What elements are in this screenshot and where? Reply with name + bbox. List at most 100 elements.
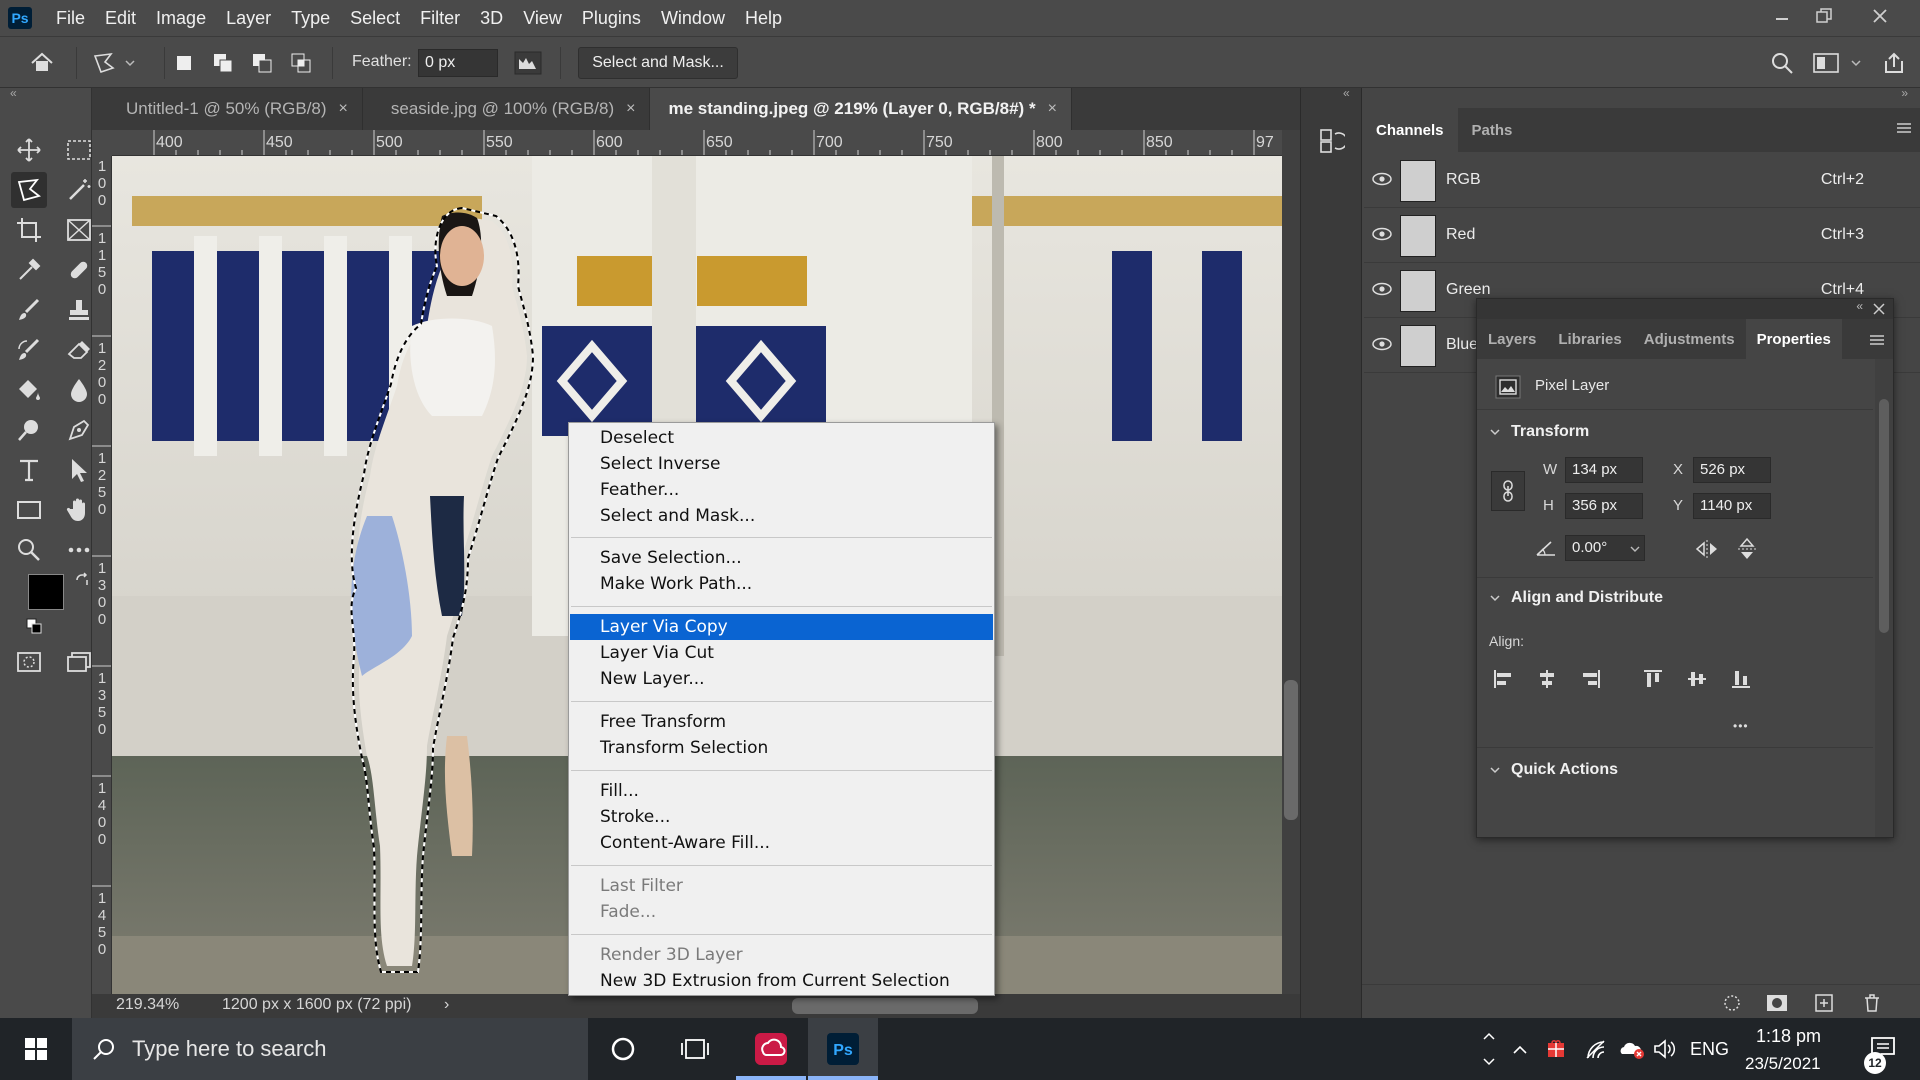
doc-tab-seaside[interactable]: seaside.jpg @ 100% (RGB/8) × <box>362 88 651 130</box>
visibility-eye-icon[interactable] <box>1372 337 1392 351</box>
subtract-selection-icon[interactable] <box>248 49 276 77</box>
quick-mask-icon[interactable] <box>11 644 47 680</box>
menu-layer[interactable]: Layer <box>216 0 281 36</box>
cortana-icon[interactable] <box>588 1018 658 1080</box>
zoom-tool-icon[interactable] <box>11 532 47 568</box>
align-section-header[interactable]: Align and Distribute <box>1489 589 1663 607</box>
taskbar-scroll-icon[interactable] <box>1474 1018 1504 1080</box>
flip-horizontal-icon[interactable] <box>1695 539 1719 559</box>
select-and-mask-button[interactable]: Select and Mask... <box>578 47 738 79</box>
vertical-scrollbar[interactable] <box>1282 130 1300 994</box>
antivirus-tray-icon[interactable] <box>1536 1018 1576 1080</box>
wifi-icon[interactable] <box>1576 1018 1616 1080</box>
brush-tool-icon[interactable] <box>11 292 47 328</box>
menu-select[interactable]: Select <box>340 0 410 36</box>
close-tab-icon[interactable]: × <box>1048 100 1057 118</box>
collapse-chevron-icon[interactable]: « <box>1856 299 1863 313</box>
creative-cloud-icon[interactable] <box>736 1018 806 1080</box>
x-position-field[interactable]: 526 px <box>1693 457 1771 483</box>
task-view-icon[interactable] <box>660 1018 730 1080</box>
vertical-scroll-thumb[interactable] <box>1284 680 1298 820</box>
menu-type[interactable]: Type <box>281 0 340 36</box>
doc-tab-me-standing[interactable]: me standing.jpeg @ 219% (Layer 0, RGB/8#… <box>650 88 1072 130</box>
doc-tab-untitled[interactable]: Untitled-1 @ 50% (RGB/8) × <box>92 88 363 130</box>
swap-colors-icon[interactable] <box>74 572 90 588</box>
polygonal-lasso-icon[interactable] <box>90 49 118 77</box>
height-field[interactable]: 356 px <box>1565 493 1643 519</box>
show-hidden-icons-icon[interactable] <box>1504 1018 1536 1080</box>
menu-item-fill[interactable]: Fill... <box>570 778 993 804</box>
collapse-chevron-icon[interactable]: « <box>1343 86 1350 100</box>
horizontal-scroll-thumb[interactable] <box>792 998 978 1014</box>
more-options-icon[interactable]: ••• <box>1733 719 1749 733</box>
crop-tool-icon[interactable] <box>11 212 47 248</box>
menu-file[interactable]: File <box>46 0 95 36</box>
home-icon[interactable] <box>28 49 56 77</box>
volume-icon[interactable] <box>1644 1018 1684 1080</box>
chevron-down-icon[interactable] <box>1630 544 1640 554</box>
close-icon[interactable] <box>1860 0 1900 32</box>
default-colors-icon[interactable] <box>26 618 42 634</box>
foreground-color-swatch[interactable] <box>28 574 64 610</box>
angle-field[interactable]: 0.00° <box>1565 535 1645 561</box>
panel-menu-icon[interactable] <box>1869 333 1885 347</box>
minimize-icon[interactable] <box>1762 0 1802 32</box>
dodge-tool-icon[interactable] <box>11 412 47 448</box>
channel-row-red[interactable]: Red Ctrl+3 <box>1364 209 1920 263</box>
menu-item-make-work-path[interactable]: Make Work Path... <box>570 571 993 597</box>
menu-item-new-3d-extrusion[interactable]: New 3D Extrusion from Current Selection <box>570 968 993 994</box>
menu-item-content-aware-fill[interactable]: Content-Aware Fill... <box>570 830 993 856</box>
visibility-eye-icon[interactable] <box>1372 227 1392 241</box>
menu-image[interactable]: Image <box>146 0 216 36</box>
scroll-thumb[interactable] <box>1879 399 1889 633</box>
panel-menu-icon[interactable] <box>1896 120 1912 136</box>
menu-item-new-layer[interactable]: New Layer... <box>570 666 993 692</box>
load-channel-as-selection-icon[interactable] <box>1722 993 1742 1013</box>
vertical-ruler[interactable]: 1 0 0 1 1 5 0 1 2 0 0 1 2 5 0 1 3 0 0 1 … <box>92 156 112 994</box>
status-menu-chevron-icon[interactable]: › <box>444 996 449 1014</box>
restore-icon[interactable] <box>1804 0 1844 32</box>
menu-view[interactable]: View <box>513 0 572 36</box>
add-to-selection-icon[interactable] <box>209 49 237 77</box>
search-icon[interactable] <box>1768 49 1796 77</box>
anti-alias-icon[interactable] <box>514 49 542 77</box>
align-right-edges-icon[interactable] <box>1581 669 1601 689</box>
tab-libraries[interactable]: Libraries <box>1547 319 1632 359</box>
menu-filter[interactable]: Filter <box>410 0 470 36</box>
link-dimensions-button[interactable] <box>1491 471 1525 511</box>
align-bottom-edges-icon[interactable] <box>1731 669 1751 689</box>
menu-item-feather[interactable]: Feather... <box>570 477 993 503</box>
rectangle-tool-icon[interactable] <box>11 492 47 528</box>
clock-date[interactable]: 23/5/2021 <box>1745 1054 1821 1074</box>
menu-item-layer-via-copy[interactable]: Layer Via Copy <box>570 614 993 640</box>
close-tab-icon[interactable]: × <box>626 100 635 118</box>
expand-chevron-icon[interactable]: » <box>1901 86 1908 100</box>
width-field[interactable]: 134 px <box>1565 457 1643 483</box>
new-channel-icon[interactable] <box>1814 993 1834 1013</box>
menu-item-deselect[interactable]: Deselect <box>570 425 993 451</box>
tab-properties[interactable]: Properties <box>1745 319 1842 359</box>
tab-layers[interactable]: Layers <box>1477 319 1547 359</box>
menu-window[interactable]: Window <box>651 0 735 36</box>
visibility-eye-icon[interactable] <box>1372 172 1392 186</box>
chevron-down-icon[interactable] <box>1848 49 1864 77</box>
visibility-eye-icon[interactable] <box>1372 282 1392 296</box>
tab-adjustments[interactable]: Adjustments <box>1633 319 1746 359</box>
align-horizontal-centers-icon[interactable] <box>1537 669 1557 689</box>
close-tab-icon[interactable]: × <box>339 100 348 118</box>
flip-vertical-icon[interactable] <box>1737 537 1757 561</box>
move-tool-icon[interactable] <box>11 132 47 168</box>
collapse-chevron-icon[interactable]: « <box>10 86 17 100</box>
language-indicator[interactable]: ENG <box>1690 1039 1729 1060</box>
properties-scrollbar[interactable] <box>1875 359 1893 837</box>
feather-input[interactable]: 0 px <box>418 49 498 77</box>
menu-item-layer-via-cut[interactable]: Layer Via Cut <box>570 640 993 666</box>
transform-section-header[interactable]: Transform <box>1489 423 1589 441</box>
new-selection-icon[interactable] <box>170 49 198 77</box>
menu-plugins[interactable]: Plugins <box>572 0 651 36</box>
type-tool-icon[interactable] <box>11 452 47 488</box>
taskbar-search-box[interactable]: Type here to search <box>72 1018 588 1080</box>
menu-item-select-and-mask[interactable]: Select and Mask... <box>570 503 993 529</box>
history-panel-icon[interactable] <box>1319 128 1345 154</box>
quick-actions-section-header[interactable]: Quick Actions <box>1489 761 1618 779</box>
